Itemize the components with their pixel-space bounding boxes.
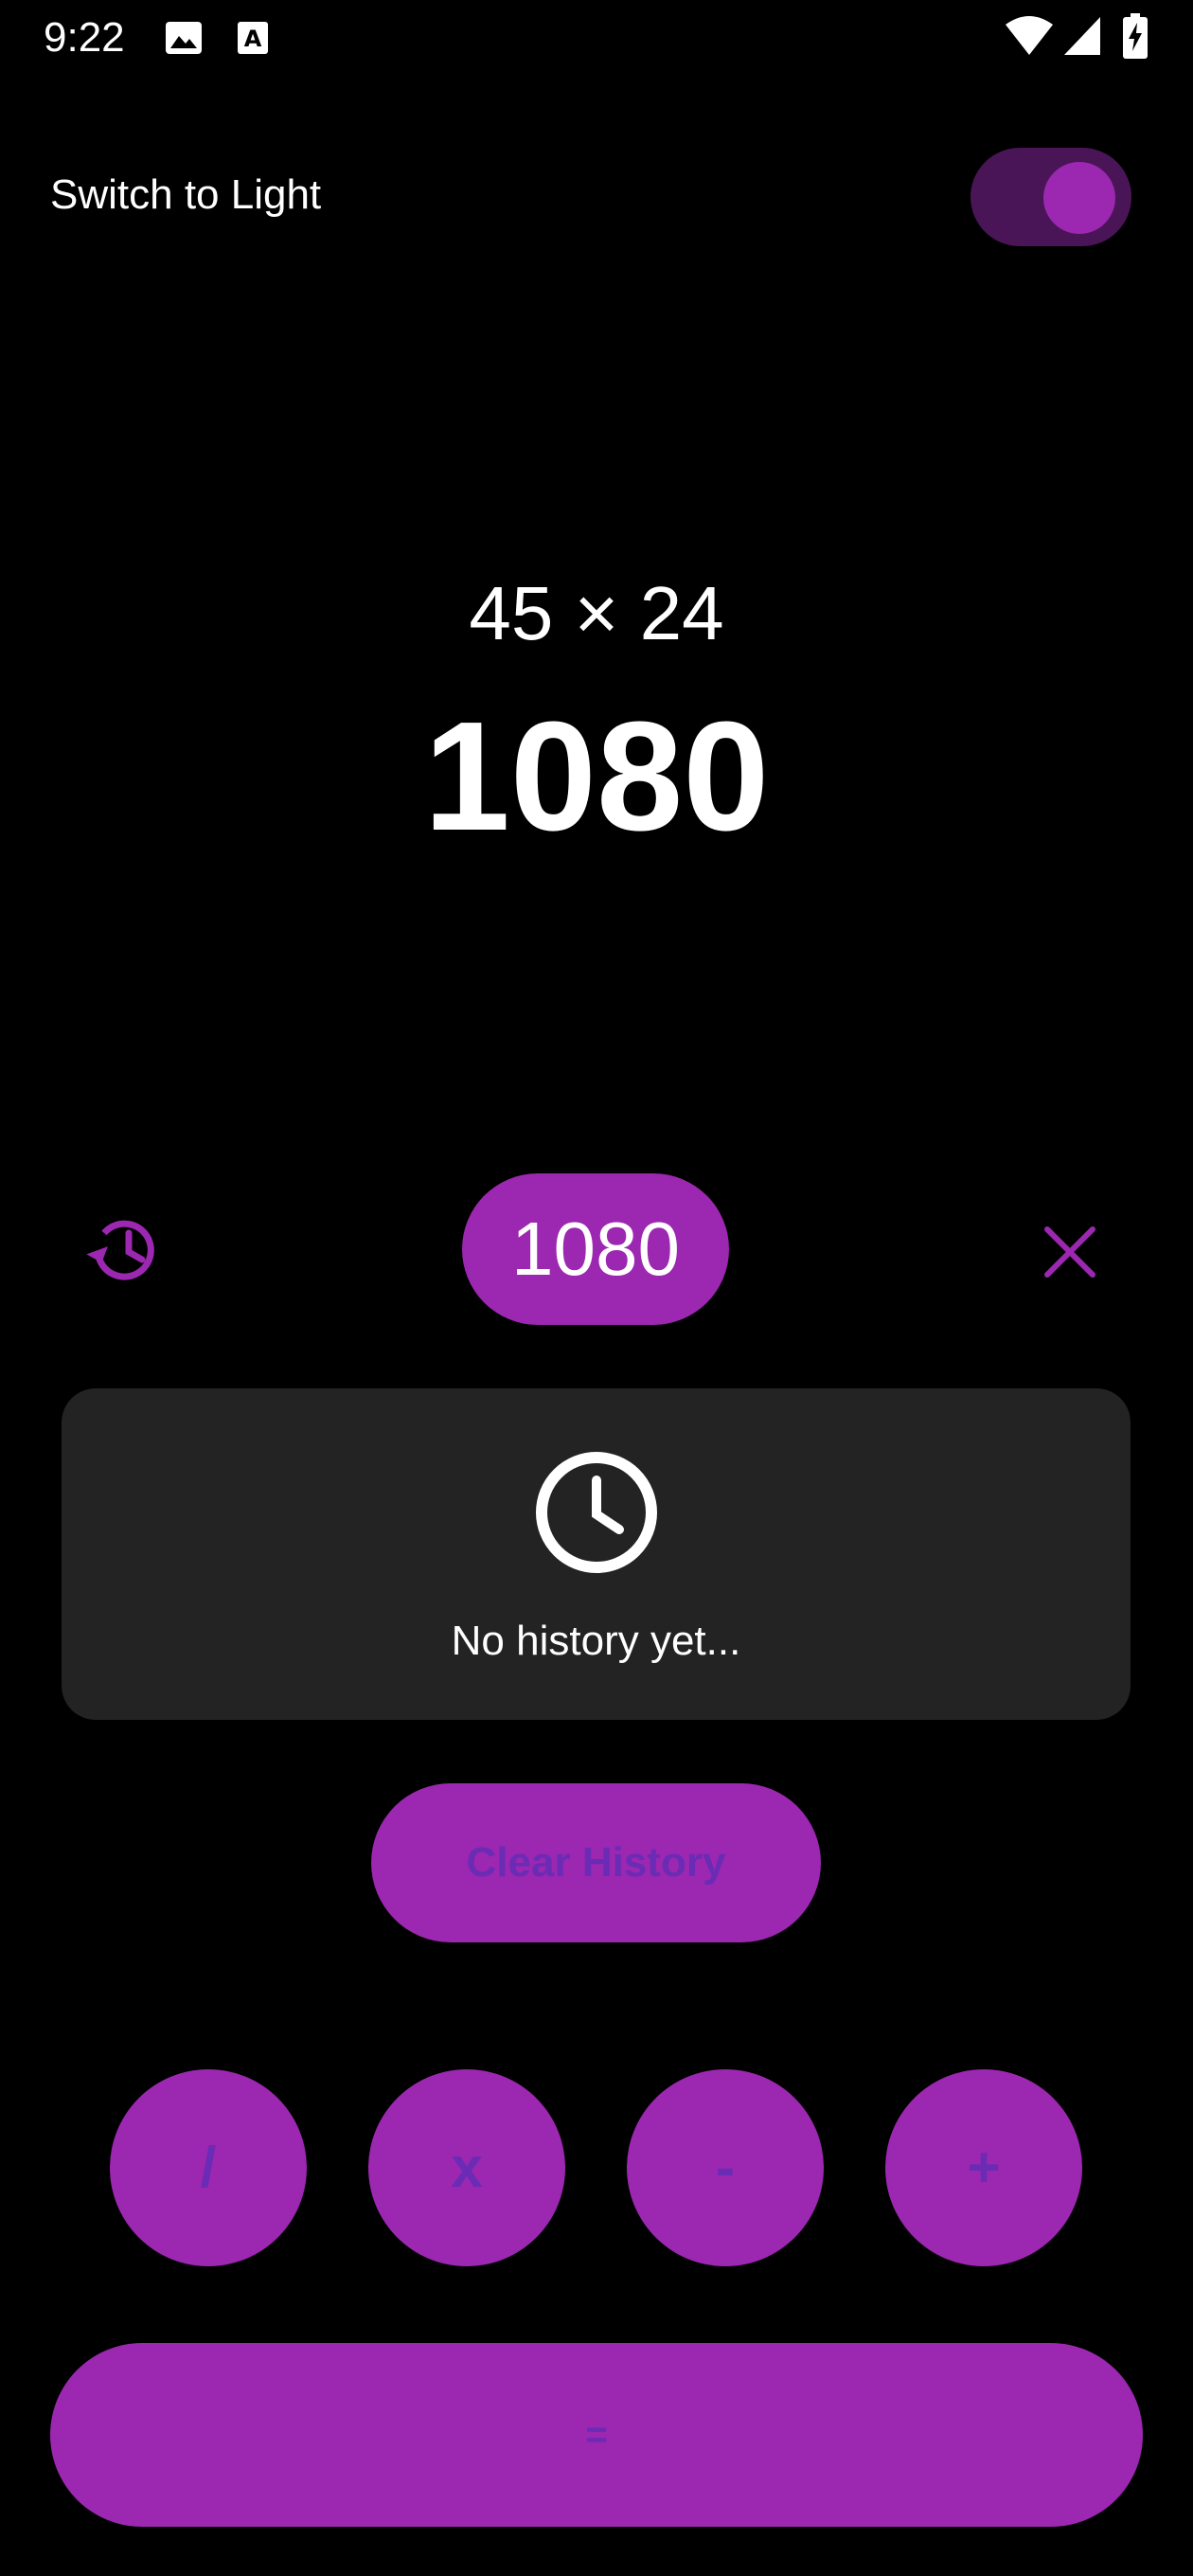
result-display: 1080 xyxy=(423,689,770,863)
image-icon xyxy=(165,21,203,55)
clock-icon xyxy=(534,1450,659,1575)
subtract-button[interactable]: - xyxy=(627,2069,824,2266)
battery-charging-icon xyxy=(1123,13,1148,59)
wifi-icon xyxy=(1004,15,1055,57)
result-chip[interactable]: 1080 xyxy=(462,1173,729,1325)
text-a-icon: A xyxy=(237,21,269,55)
divide-button[interactable]: / xyxy=(110,2069,307,2266)
clear-history-button[interactable]: Clear History xyxy=(371,1783,821,1942)
theme-switch-label: Switch to Light xyxy=(50,171,322,218)
equals-button[interactable]: = xyxy=(50,2343,1143,2527)
multiply-button[interactable]: x xyxy=(368,2069,565,2266)
status-time: 9:22 xyxy=(44,14,125,61)
cellular-signal-icon xyxy=(1062,15,1102,57)
theme-toggle-thumb[interactable] xyxy=(1043,162,1115,234)
add-button[interactable]: + xyxy=(885,2069,1082,2266)
close-icon[interactable] xyxy=(1042,1224,1098,1280)
history-icon[interactable] xyxy=(83,1212,163,1288)
svg-text:A: A xyxy=(244,26,262,52)
empty-history-message: No history yet... xyxy=(451,1618,741,1664)
expression-display: 45 × 24 xyxy=(469,571,724,655)
